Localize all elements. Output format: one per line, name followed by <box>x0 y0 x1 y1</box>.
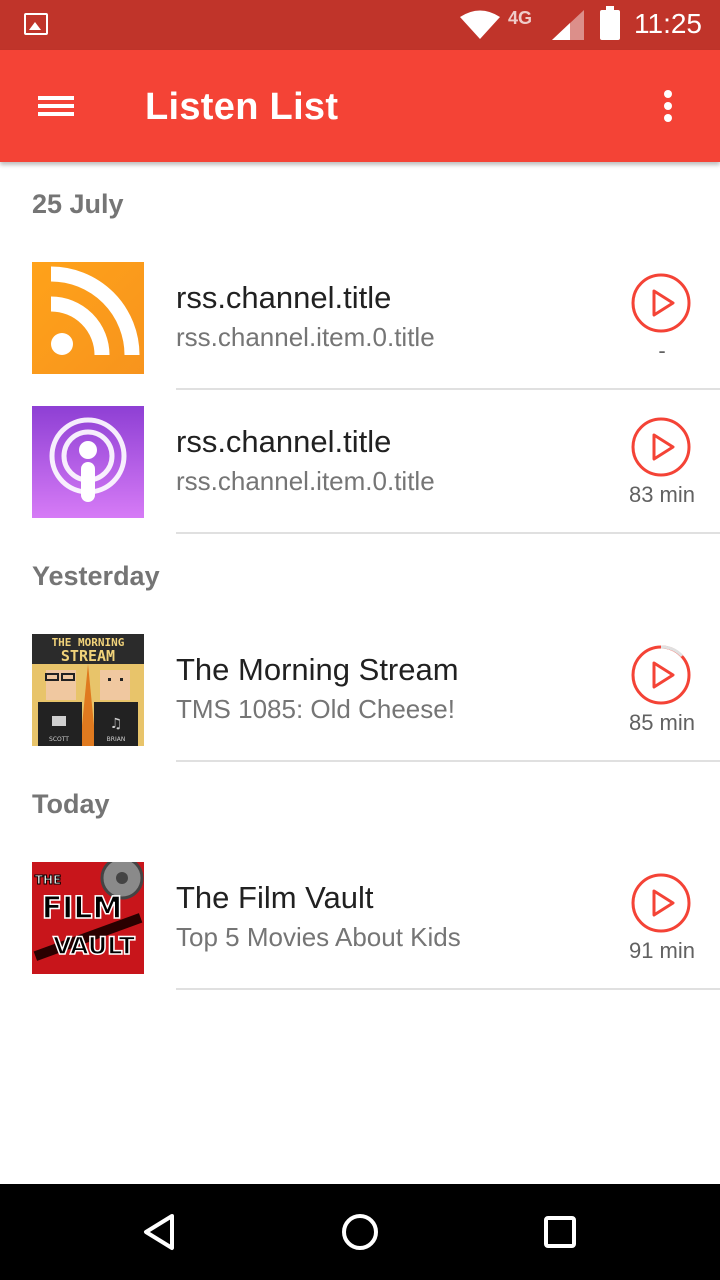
film-vault-artwork: THE FILM VAULT <box>32 862 144 974</box>
duration-label: - <box>658 338 666 363</box>
section-header: 25 July <box>32 188 124 219</box>
play-icon[interactable] <box>630 872 692 934</box>
duration-label: 91 min <box>628 938 696 963</box>
battery-icon <box>600 6 620 40</box>
podcast-artwork <box>32 406 144 518</box>
recents-square-icon[interactable] <box>536 1208 584 1256</box>
divider <box>176 532 720 534</box>
image-notification-icon <box>24 13 48 35</box>
list-item[interactable]: THE FILM VAULT The Film Vault Top 5 Movi… <box>0 846 720 990</box>
episode-title: rss.channel.item.0.title <box>176 466 435 496</box>
app-bar: Listen List <box>0 50 720 162</box>
play-icon[interactable] <box>630 416 692 478</box>
art-text: FILM <box>42 891 123 926</box>
back-triangle-icon[interactable] <box>136 1208 184 1256</box>
episode-show-title: The Morning Stream <box>176 652 459 687</box>
list-item[interactable]: rss.channel.title rss.channel.item.0.tit… <box>0 246 720 390</box>
status-bar: 4G 11:25 <box>0 0 720 50</box>
art-text: THE <box>35 873 61 887</box>
episode-show-title: The Film Vault <box>176 880 374 915</box>
episode-title: TMS 1085: Old Cheese! <box>176 694 455 724</box>
episode-show-title: rss.channel.title <box>176 280 392 315</box>
episode-title: rss.channel.item.0.title <box>176 322 435 352</box>
section-header: Today <box>32 788 110 819</box>
play-icon[interactable] <box>630 644 692 706</box>
cell-signal-icon <box>552 10 584 40</box>
episode-show-title: rss.channel.title <box>176 424 392 459</box>
list-item[interactable]: THE MORNING STREAM ♫ SCOTT BRIAN The Mor… <box>0 618 720 762</box>
art-text: SCOTT <box>49 736 69 743</box>
rss-icon <box>32 262 144 374</box>
episode-title: Top 5 Movies About Kids <box>176 922 461 952</box>
divider <box>176 760 720 762</box>
play-icon[interactable] <box>630 272 692 334</box>
hamburger-menu-icon[interactable] <box>30 86 82 126</box>
art-text: BRIAN <box>107 736 126 743</box>
section-header: Yesterday <box>32 560 160 591</box>
list-item[interactable]: rss.channel.title rss.channel.item.0.tit… <box>0 390 720 534</box>
home-circle-icon[interactable] <box>336 1208 384 1256</box>
morning-stream-artwork: THE MORNING STREAM ♫ SCOTT BRIAN <box>32 634 144 746</box>
clock: 11:25 <box>634 8 702 39</box>
navigation-bar <box>0 1184 720 1280</box>
listen-list: 25 July rss.channel.title rss.channel.it… <box>0 162 720 990</box>
svg-text:♫: ♫ <box>110 716 123 732</box>
art-text: STREAM <box>61 647 115 665</box>
rss-feed-artwork <box>32 262 144 374</box>
duration-label: 83 min <box>628 482 696 507</box>
network-type: 4G <box>508 8 533 28</box>
wifi-icon <box>460 10 500 39</box>
page-title: Listen List <box>145 86 339 128</box>
art-text: VAULT <box>53 932 136 960</box>
duration-label: 85 min <box>628 710 696 735</box>
more-vert-icon[interactable] <box>650 84 686 128</box>
divider <box>176 988 720 990</box>
podcast-icon <box>32 406 144 518</box>
